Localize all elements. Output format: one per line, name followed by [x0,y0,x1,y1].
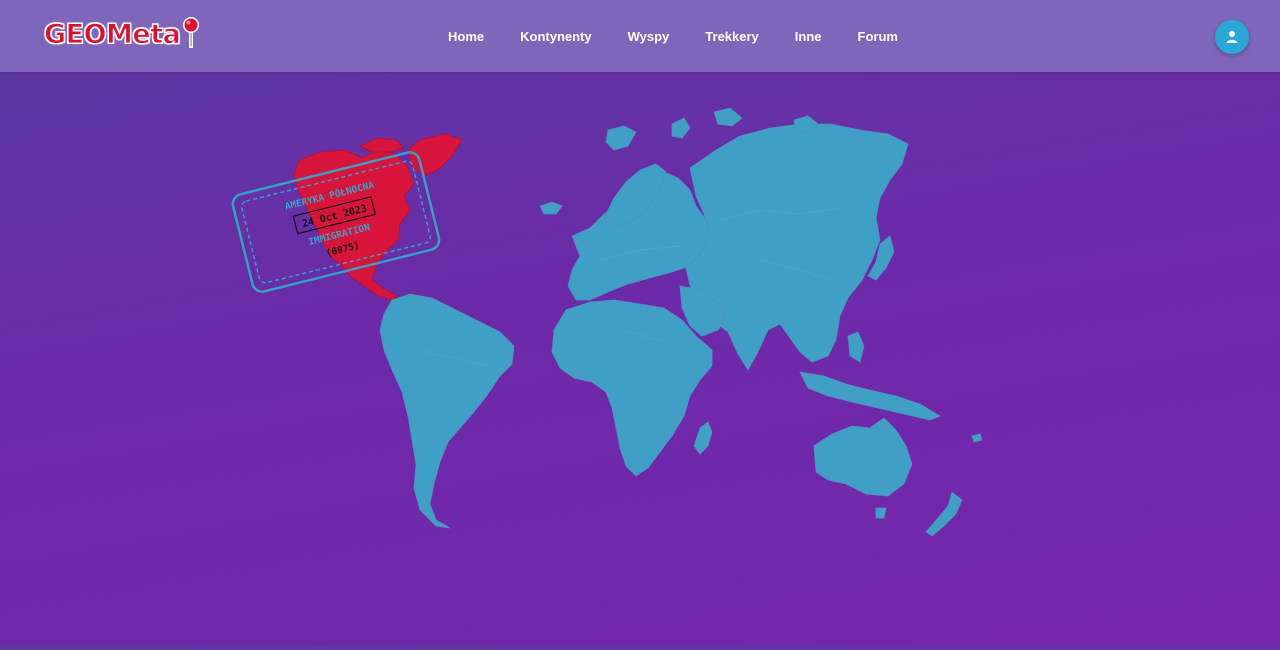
nav-kontynenty[interactable]: Kontynenty [520,29,592,44]
map-region-asia[interactable] [685,123,909,371]
map-region-southeast-asia[interactable] [799,371,941,421]
top-navbar: GEOMeta Home Kontynenty Wyspy Trekkery I… [0,0,1280,72]
map-region-madagascar[interactable] [693,421,713,455]
world-map-container: AMERYKA PÓŁNOCNA 24 Oct 2023 IMMIGRATION… [0,72,1280,645]
map-region-south-america[interactable] [379,293,515,529]
main-nav: Home Kontynenty Wyspy Trekkery Inne Foru… [430,0,916,72]
nav-forum[interactable]: Forum [858,29,898,44]
world-map: AMERYKA PÓŁNOCNA 24 Oct 2023 IMMIGRATION… [231,107,983,537]
map-region-australia[interactable] [813,417,913,497]
site-logo[interactable]: GEOMeta [43,14,201,54]
map-region-new-zealand[interactable] [925,491,963,537]
map-region-novaya-zemlya[interactable] [671,117,691,139]
logo-text: GEOMeta [43,18,181,50]
nav-wyspy[interactable]: Wyspy [628,29,670,44]
user-icon [1226,31,1238,43]
user-avatar-button[interactable] [1215,20,1249,54]
nav-inne[interactable]: Inne [795,29,822,44]
map-region-africa[interactable] [551,299,713,477]
map-region-svalbard[interactable] [605,125,637,151]
map-region-arctic-islands[interactable] [359,137,405,153]
map-region-iceland[interactable] [539,201,563,215]
nav-home[interactable]: Home [448,29,484,44]
map-region-siberian-islands[interactable] [713,107,743,127]
map-region-tasmania[interactable] [875,507,887,519]
map-pin-icon [183,17,200,48]
nav-trekkery[interactable]: Trekkery [705,29,759,44]
map-region-pacific-dot[interactable] [971,433,983,443]
map-region-philippines[interactable] [847,331,865,363]
